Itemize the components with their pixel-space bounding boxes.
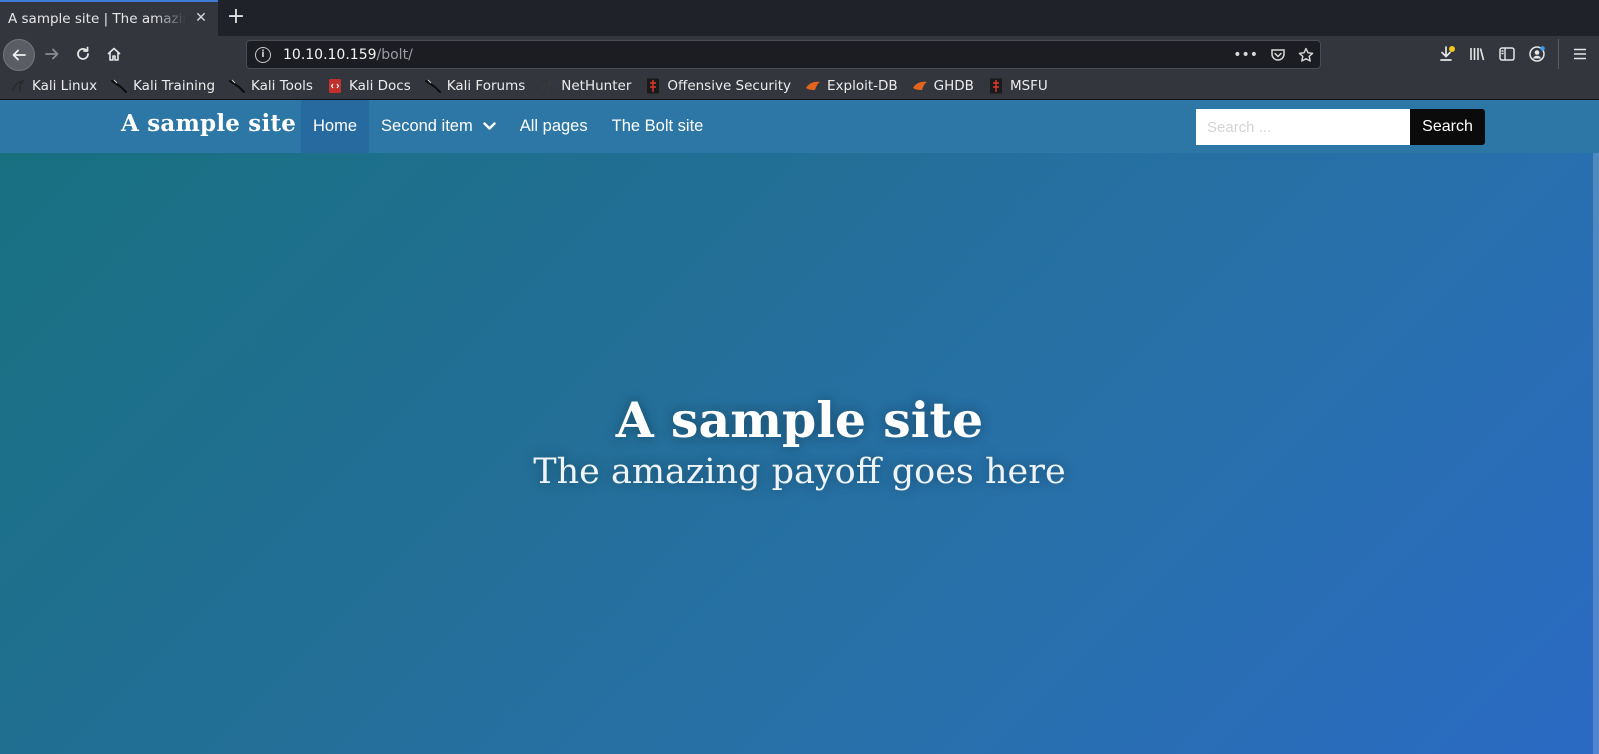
bookmark-label: GHDB [933,77,974,94]
kali-dragon-icon [229,78,246,94]
menu-button[interactable] [1565,39,1595,69]
bookmark-label: NetHunter [561,77,632,94]
tab-title: A sample site | The amazing payoff goes … [8,11,186,27]
search-button[interactable]: Search [1410,109,1485,145]
page-viewport: A sample site Home Second item All pages… [0,100,1599,754]
forward-button[interactable] [37,39,67,69]
msfu-icon [988,78,1004,94]
back-button[interactable] [3,39,35,71]
toolbar-separator [1558,39,1559,69]
menu-item-label: Second item [381,117,473,135]
url-host: 10.10.10.159 [283,46,377,63]
bookmark-kali-linux[interactable]: Kali Linux [10,78,97,94]
info-icon[interactable]: i [255,46,271,63]
bookmark-kali-docs[interactable]: Kali Docs [327,78,411,94]
bookmark-label: Offensive Security [667,77,791,94]
reload-button[interactable] [68,39,98,69]
browser-toolbar: i 10.10.10.159/bolt/ ••• [0,36,1599,72]
kali-dragon-icon [111,78,128,94]
bookmark-label: Kali Tools [251,77,313,94]
hero-subtitle: The amazing payoff goes here [533,452,1066,492]
menu-item-second-item[interactable]: Second item [369,100,508,153]
search-input[interactable] [1196,109,1410,145]
bookmark-offensive-security[interactable]: Offensive Security [645,78,791,94]
home-button[interactable] [99,39,129,69]
bookmark-ghdb[interactable]: GHDB [912,78,974,94]
arrow-left-icon [12,49,26,61]
bookmark-label: Kali Linux [32,77,98,94]
menu-item-bolt-site[interactable]: The Bolt site [600,100,716,153]
arrow-right-icon [45,48,59,60]
library-icon [1470,48,1485,61]
bookmark-kali-tools[interactable]: Kali Tools [229,78,313,94]
downloads-button[interactable] [1432,39,1462,69]
download-icon [1440,46,1455,61]
bookmark-label: Kali Training [133,77,216,94]
bookmark-msfu[interactable]: MSFU [988,78,1048,94]
tab-active[interactable]: A sample site | The amazing payoff goes … [0,0,218,36]
menu-item-all-pages[interactable]: All pages [508,100,600,153]
ghdb-icon [912,78,928,94]
account-icon [1529,46,1545,62]
site-navbar: A sample site Home Second item All pages… [0,100,1599,153]
account-button[interactable] [1522,39,1552,69]
close-icon[interactable]: ✕ [192,9,210,27]
bookmark-kali-training[interactable]: Kali Training [111,78,215,94]
bookmark-nethunter[interactable]: NetHunter [539,78,631,94]
new-tab-button[interactable]: + [224,4,248,30]
menu-item-home[interactable]: Home [301,100,370,153]
page-scrollbar[interactable] [1593,153,1599,754]
hamburger-icon [1574,48,1586,60]
bookmark-label: Exploit-DB [827,77,898,94]
nethunter-icon [539,78,555,94]
bookmark-kali-forums[interactable]: Kali Forums [424,77,526,94]
offsec-icon [645,78,661,94]
site-brand[interactable]: A sample site [121,110,296,137]
url-actions: ••• [1233,44,1314,66]
reload-icon [77,46,89,60]
library-button[interactable] [1462,39,1492,69]
bookmark-label: MSFU [1009,77,1048,94]
sidebar-button[interactable] [1492,39,1522,69]
url-path: /bolt/ [376,46,413,63]
bookmark-exploit-db[interactable]: Exploit-DB [805,78,898,94]
bookmark-star-icon[interactable] [1298,47,1314,63]
menu-item-label: Home [313,117,358,135]
bookmark-label: Kali Docs [348,77,411,94]
toolbar-right [1432,36,1599,72]
url-text[interactable]: 10.10.10.159/bolt/ [283,47,413,63]
docs-icon [327,78,343,94]
bookmarks-toolbar: Kali Linux Kali Training Kali Tools Kali Do… [0,72,1599,100]
url-bar[interactable]: i 10.10.10.159/bolt/ ••• [246,40,1321,69]
chevron-down-icon [483,122,496,131]
hero: A sample site The amazing payoff goes he… [0,390,1599,494]
menu-item-label: The Bolt site [611,117,704,135]
kali-dragon-icon [424,78,441,94]
sidebar-icon [1499,47,1515,61]
tab-strip: A sample site | The amazing payoff goes … [0,0,1599,36]
site-menu: Home Second item All pages The Bolt site [301,100,715,153]
menu-item-label: All pages [519,117,588,135]
exploit-db-icon [805,78,821,94]
bookmark-label: Kali Forums [446,77,526,94]
kali-icon [10,78,26,94]
hero-title: A sample site [615,391,984,449]
home-icon [107,47,121,61]
pocket-icon[interactable] [1270,47,1286,63]
page-actions-button[interactable]: ••• [1233,47,1258,63]
